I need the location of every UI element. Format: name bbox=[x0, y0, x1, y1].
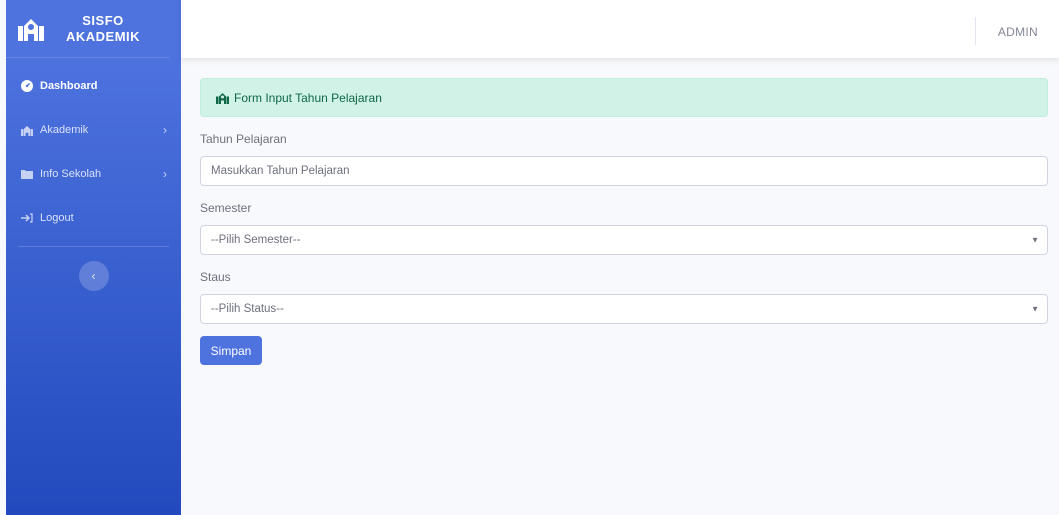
brand-line1: SISFO bbox=[82, 12, 124, 28]
school-icon bbox=[215, 92, 230, 104]
select-value: --Pilih Status-- bbox=[211, 303, 284, 315]
topbar-divider bbox=[975, 17, 976, 45]
semester-select[interactable]: --Pilih Semester-- ▼ bbox=[200, 225, 1048, 255]
sidebar-item-akademik[interactable]: Akademik › bbox=[6, 108, 181, 152]
status-select[interactable]: --Pilih Status-- ▼ bbox=[200, 294, 1048, 324]
sidebar-item-label: Dashboard bbox=[40, 80, 98, 92]
sidebar-item-info-sekolah[interactable]: Info Sekolah › bbox=[6, 152, 181, 196]
sidebar-item-logout[interactable]: Logout bbox=[6, 196, 181, 240]
tahun-pelajaran-label: Tahun Pelajaran bbox=[200, 132, 287, 146]
sidebar-item-label: Logout bbox=[40, 212, 74, 224]
tachometer-icon bbox=[20, 80, 34, 92]
school-icon bbox=[18, 16, 44, 42]
sidebar-divider bbox=[18, 246, 169, 247]
simpan-button[interactable]: Simpan bbox=[200, 336, 262, 365]
sign-out-icon bbox=[20, 212, 34, 224]
topbar: ADMIN bbox=[181, 0, 1059, 58]
main-content: Form Input Tahun Pelajaran Tahun Pelajar… bbox=[200, 78, 1048, 365]
brand-line2: AKADEMIK bbox=[66, 28, 141, 44]
input-placeholder: Masukkan Tahun Pelajaran bbox=[211, 165, 350, 177]
form-title-alert: Form Input Tahun Pelajaran bbox=[200, 78, 1048, 117]
folder-icon bbox=[20, 168, 34, 180]
status-label: Staus bbox=[200, 270, 231, 284]
school-icon bbox=[20, 124, 34, 136]
tahun-pelajaran-input[interactable]: Masukkan Tahun Pelajaran bbox=[200, 156, 1048, 186]
caret-down-icon: ▼ bbox=[1031, 304, 1039, 314]
brand-text: SISFO AKADEMIK bbox=[66, 13, 140, 45]
sidebar-item-label: Info Sekolah bbox=[40, 168, 102, 180]
alert-text: Form Input Tahun Pelajaran bbox=[234, 90, 382, 105]
chevron-right-icon: › bbox=[163, 123, 167, 137]
sidebar-item-label: Akademik bbox=[40, 124, 89, 136]
semester-label: Semester bbox=[200, 201, 252, 215]
select-value: --Pilih Semester-- bbox=[211, 234, 301, 246]
user-menu[interactable]: ADMIN bbox=[998, 25, 1038, 39]
sidebar-brand[interactable]: SISFO AKADEMIK bbox=[6, 0, 169, 58]
caret-down-icon: ▼ bbox=[1031, 235, 1039, 245]
sidebar-toggle-button[interactable]: ‹ bbox=[78, 261, 109, 291]
chevron-left-icon: ‹ bbox=[91, 269, 96, 283]
sidebar-item-dashboard[interactable]: Dashboard bbox=[6, 64, 181, 108]
sidebar: SISFO AKADEMIK Dashboard Akademik › Info… bbox=[6, 0, 181, 515]
chevron-right-icon: › bbox=[163, 167, 167, 181]
